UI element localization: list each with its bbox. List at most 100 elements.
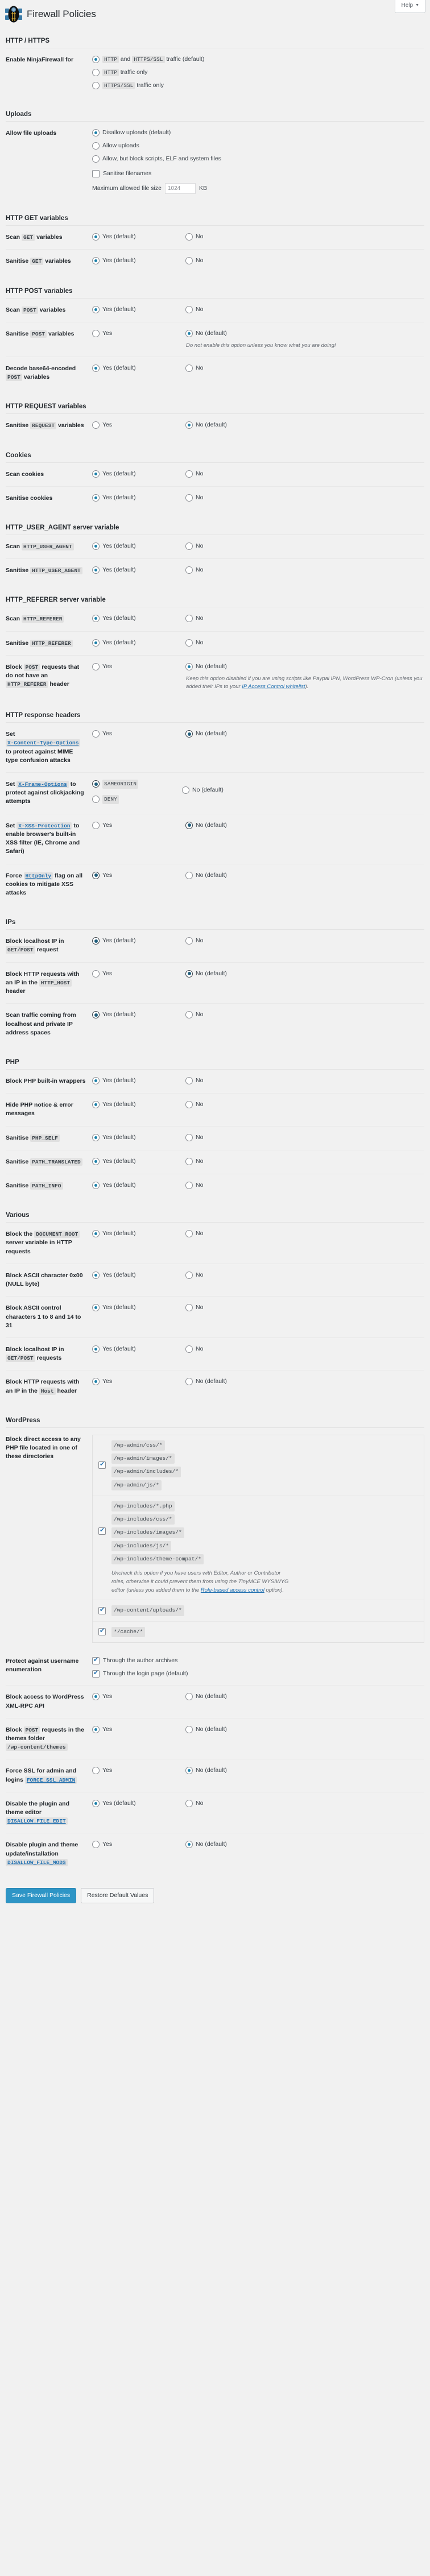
radio-indicator[interactable] bbox=[92, 329, 100, 337]
radio-indicator[interactable] bbox=[185, 1378, 193, 1386]
radio-indicator[interactable] bbox=[185, 1693, 193, 1701]
radio-indicator[interactable] bbox=[92, 1271, 100, 1279]
radio-indicator[interactable] bbox=[185, 937, 193, 945]
radio-ascii-control-no[interactable]: No bbox=[185, 1303, 421, 1312]
radio-indicator[interactable] bbox=[185, 233, 193, 241]
radio-indicator[interactable] bbox=[92, 233, 100, 241]
radio-indicator[interactable] bbox=[92, 1011, 100, 1019]
radio-sanitise-request-yes[interactable]: Yes bbox=[92, 421, 182, 430]
radio-various-localhost-yes[interactable]: Yes (default) bbox=[92, 1345, 182, 1354]
checkbox-sanitise-filenames[interactable]: Sanitise filenames bbox=[92, 169, 424, 179]
radio-path-translated-no[interactable]: No bbox=[185, 1157, 421, 1166]
max-file-size-input[interactable] bbox=[164, 183, 196, 194]
radio-indicator[interactable] bbox=[92, 1182, 100, 1190]
radio-scan-referer-no[interactable]: No bbox=[185, 614, 421, 623]
radio-force-ssl-no[interactable]: No (default) bbox=[185, 1766, 421, 1775]
directory-group-wp-includes[interactable]: /wp-includes/*.php/wp-includes/css/* /wp-… bbox=[93, 1496, 424, 1601]
radio-indicator[interactable] bbox=[92, 305, 100, 313]
radio-null-byte-yes[interactable]: Yes (default) bbox=[92, 1271, 182, 1280]
radio-indicator[interactable] bbox=[185, 566, 193, 574]
radio-scan-ua-no[interactable]: No bbox=[185, 542, 421, 551]
radio-indicator[interactable] bbox=[92, 257, 100, 265]
radio-allow-uploads[interactable]: Allow uploads bbox=[92, 142, 424, 151]
radio-httponly-yes[interactable]: Yes bbox=[92, 871, 182, 880]
radio-path-info-no[interactable]: No bbox=[185, 1181, 421, 1190]
radio-indicator[interactable] bbox=[185, 1799, 193, 1807]
radio-scan-cookies-no[interactable]: No bbox=[185, 470, 421, 479]
radio-sanitise-post-yes[interactable]: Yes bbox=[92, 329, 182, 338]
radio-xmlrpc-no[interactable]: No (default) bbox=[185, 1692, 421, 1701]
radio-path-translated-yes[interactable]: Yes (default) bbox=[92, 1157, 182, 1166]
radio-indicator[interactable] bbox=[92, 364, 100, 372]
radio-indicator[interactable] bbox=[92, 81, 100, 89]
checkbox-indicator[interactable] bbox=[98, 1606, 106, 1614]
directory-group-wp-admin[interactable]: /wp-admin/css/* /wp-admin/images/* /wp-adm… bbox=[93, 1435, 424, 1496]
radio-php-wrappers-no[interactable]: No bbox=[185, 1076, 421, 1086]
radio-file-edit-yes[interactable]: Yes (default) bbox=[92, 1799, 182, 1808]
radio-indicator[interactable] bbox=[92, 129, 100, 137]
radio-scan-cookies-yes[interactable]: Yes (default) bbox=[92, 470, 182, 479]
restore-default-values-button[interactable]: Restore Default Values bbox=[81, 1888, 155, 1903]
radio-themes-post-yes[interactable]: Yes bbox=[92, 1725, 182, 1734]
radio-indicator[interactable] bbox=[185, 1230, 193, 1238]
radio-indicator[interactable] bbox=[92, 1767, 100, 1775]
radio-indicator[interactable] bbox=[185, 1725, 193, 1733]
radio-docroot-no[interactable]: No bbox=[185, 1229, 421, 1239]
radio-indicator[interactable] bbox=[92, 871, 100, 879]
radio-indicator[interactable] bbox=[92, 1230, 100, 1238]
radio-https-only[interactable]: HTTPS/SSL traffic only bbox=[92, 81, 424, 90]
checkbox-indicator[interactable] bbox=[92, 169, 100, 177]
radio-block-localhost-yes[interactable]: Yes (default) bbox=[92, 937, 182, 946]
radio-indicator[interactable] bbox=[185, 305, 193, 313]
radio-indicator[interactable] bbox=[92, 970, 100, 978]
radio-scan-post-no[interactable]: No bbox=[185, 305, 421, 314]
radio-indicator[interactable] bbox=[92, 1101, 100, 1109]
radio-various-localhost-no[interactable]: No bbox=[185, 1345, 421, 1354]
radio-indicator[interactable] bbox=[92, 1799, 100, 1807]
radio-indicator[interactable] bbox=[92, 470, 100, 478]
radio-indicator[interactable] bbox=[185, 1271, 193, 1279]
radio-indicator[interactable] bbox=[185, 1182, 193, 1190]
checkbox-indicator[interactable] bbox=[92, 1670, 100, 1678]
role-based-access-control-link[interactable]: Role-based access control bbox=[201, 1587, 264, 1593]
checkbox-indicator[interactable] bbox=[98, 1461, 106, 1469]
radio-indicator[interactable] bbox=[185, 1157, 193, 1165]
radio-indicator[interactable] bbox=[92, 1693, 100, 1701]
radio-indicator[interactable] bbox=[92, 937, 100, 945]
radio-xfo-sameorigin[interactable]: SAMEORIGIN bbox=[92, 780, 139, 789]
radio-xcto-no[interactable]: No (default) bbox=[185, 730, 421, 739]
radio-indicator[interactable] bbox=[92, 1841, 100, 1849]
radio-scan-private-yes[interactable]: Yes (default) bbox=[92, 1010, 182, 1020]
radio-indicator[interactable] bbox=[92, 1157, 100, 1165]
directory-group-uploads[interactable]: /wp-content/uploads/* bbox=[93, 1600, 424, 1622]
save-firewall-policies-button[interactable]: Save Firewall Policies bbox=[6, 1888, 77, 1903]
radio-indicator[interactable] bbox=[185, 821, 193, 829]
radio-sanitise-ua-no[interactable]: No bbox=[185, 566, 421, 575]
radio-scan-get-yes[interactable]: Yes (default) bbox=[92, 233, 182, 242]
radio-sanitise-ua-yes[interactable]: Yes (default) bbox=[92, 566, 182, 575]
radio-indicator[interactable] bbox=[185, 329, 193, 337]
checkbox-indicator[interactable] bbox=[98, 1527, 106, 1535]
radio-various-host-yes[interactable]: Yes bbox=[92, 1377, 182, 1386]
radio-indicator[interactable] bbox=[92, 68, 100, 76]
radio-block-referer-no[interactable]: No (default) bbox=[185, 662, 227, 672]
radio-indicator[interactable] bbox=[92, 730, 100, 738]
radio-ascii-control-yes[interactable]: Yes (default) bbox=[92, 1303, 182, 1312]
radio-sanitise-get-yes[interactable]: Yes (default) bbox=[92, 256, 182, 266]
radio-file-edit-no[interactable]: No bbox=[185, 1799, 421, 1808]
radio-indicator[interactable] bbox=[185, 494, 193, 502]
checkbox-indicator[interactable] bbox=[92, 1656, 100, 1664]
radio-indicator[interactable] bbox=[185, 364, 193, 372]
help-tab[interactable]: Help ▼ bbox=[395, 0, 425, 13]
radio-indicator[interactable] bbox=[185, 1133, 193, 1141]
radio-themes-post-no[interactable]: No (default) bbox=[185, 1725, 421, 1734]
radio-sanitise-post-no[interactable]: No (default) bbox=[185, 329, 227, 338]
radio-allow-block-scripts[interactable]: Allow, but block scripts, ELF and system… bbox=[92, 155, 424, 164]
radio-indicator[interactable] bbox=[92, 494, 100, 502]
radio-various-host-no[interactable]: No (default) bbox=[185, 1377, 421, 1386]
radio-path-info-yes[interactable]: Yes (default) bbox=[92, 1181, 182, 1190]
checkbox-indicator[interactable] bbox=[98, 1627, 106, 1636]
radio-file-mods-no[interactable]: No (default) bbox=[185, 1840, 421, 1849]
radio-block-referer-yes[interactable]: Yes bbox=[92, 662, 182, 672]
radio-indicator[interactable] bbox=[92, 1725, 100, 1733]
